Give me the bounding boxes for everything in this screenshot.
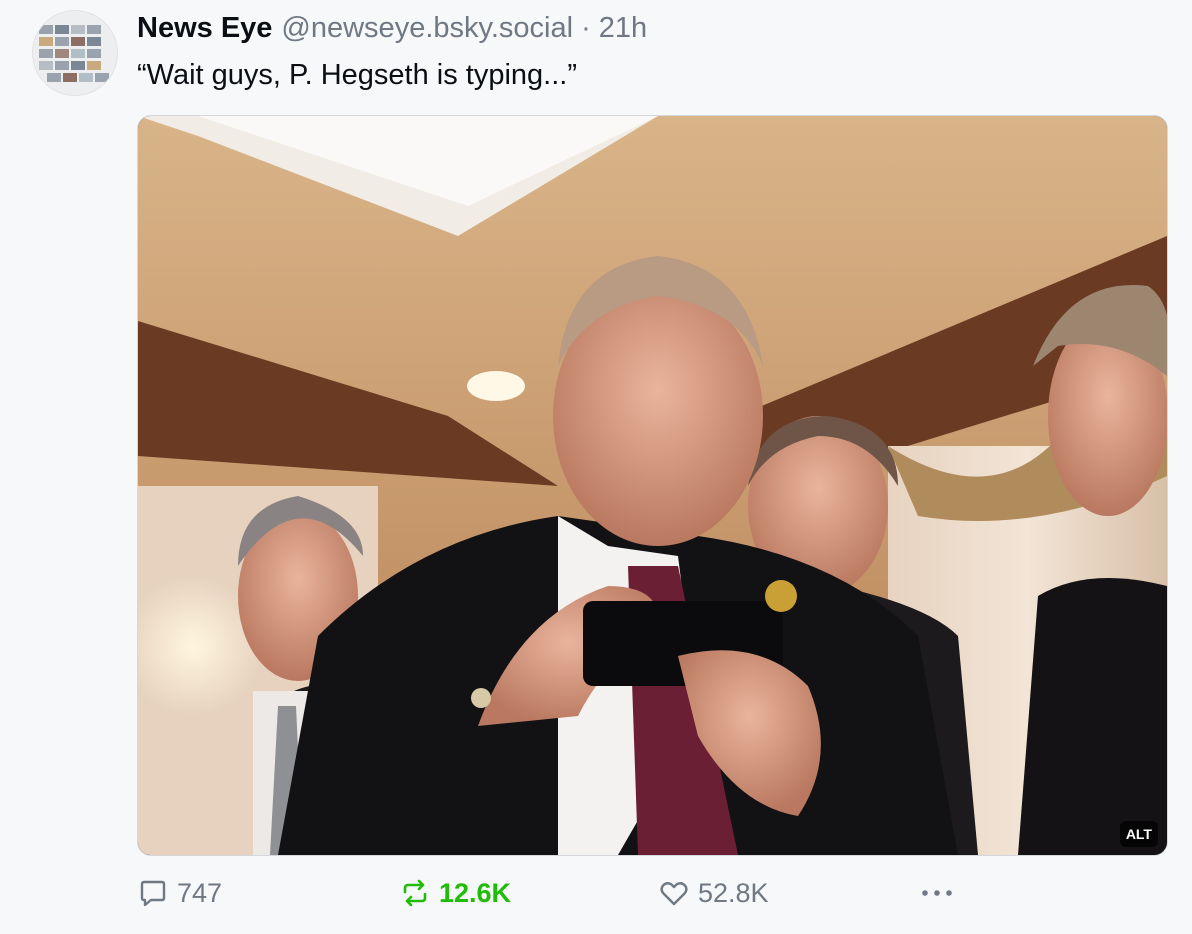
avatar-collage-image: [33, 11, 117, 95]
image-alt-badge[interactable]: ALT: [1119, 821, 1158, 847]
feed-post[interactable]: News Eye @newseye.bsky.social · 21h “Wai…: [0, 0, 1192, 934]
more-options-button[interactable]: [919, 868, 963, 918]
post-header: News Eye @newseye.bsky.social · 21h: [137, 12, 647, 52]
heart-icon: [660, 882, 688, 906]
repost-icon: [403, 879, 427, 907]
reply-button[interactable]: 747: [137, 868, 222, 918]
repost-button[interactable]: 12.6K: [399, 868, 511, 918]
like-count: 52.8K: [698, 877, 769, 908]
post-timestamp[interactable]: 21h: [599, 12, 647, 45]
post-image[interactable]: ALT: [137, 115, 1168, 856]
photo-men-looking-at-phone: [138, 116, 1167, 855]
header-separator: ·: [581, 12, 591, 44]
author-avatar[interactable]: [33, 11, 117, 95]
reply-count: 747: [177, 877, 223, 908]
more-icon: [922, 890, 952, 896]
reply-icon: [140, 880, 166, 907]
post-actions: 747 12.6K 52.8K: [137, 868, 1166, 918]
author-handle[interactable]: @newseye.bsky.social: [281, 12, 573, 45]
author-name[interactable]: News Eye: [137, 12, 272, 45]
post-text: “Wait guys, P. Hegseth is typing...”: [137, 59, 578, 91]
repost-count: 12.6K: [439, 877, 512, 908]
like-button[interactable]: 52.8K: [658, 868, 769, 918]
